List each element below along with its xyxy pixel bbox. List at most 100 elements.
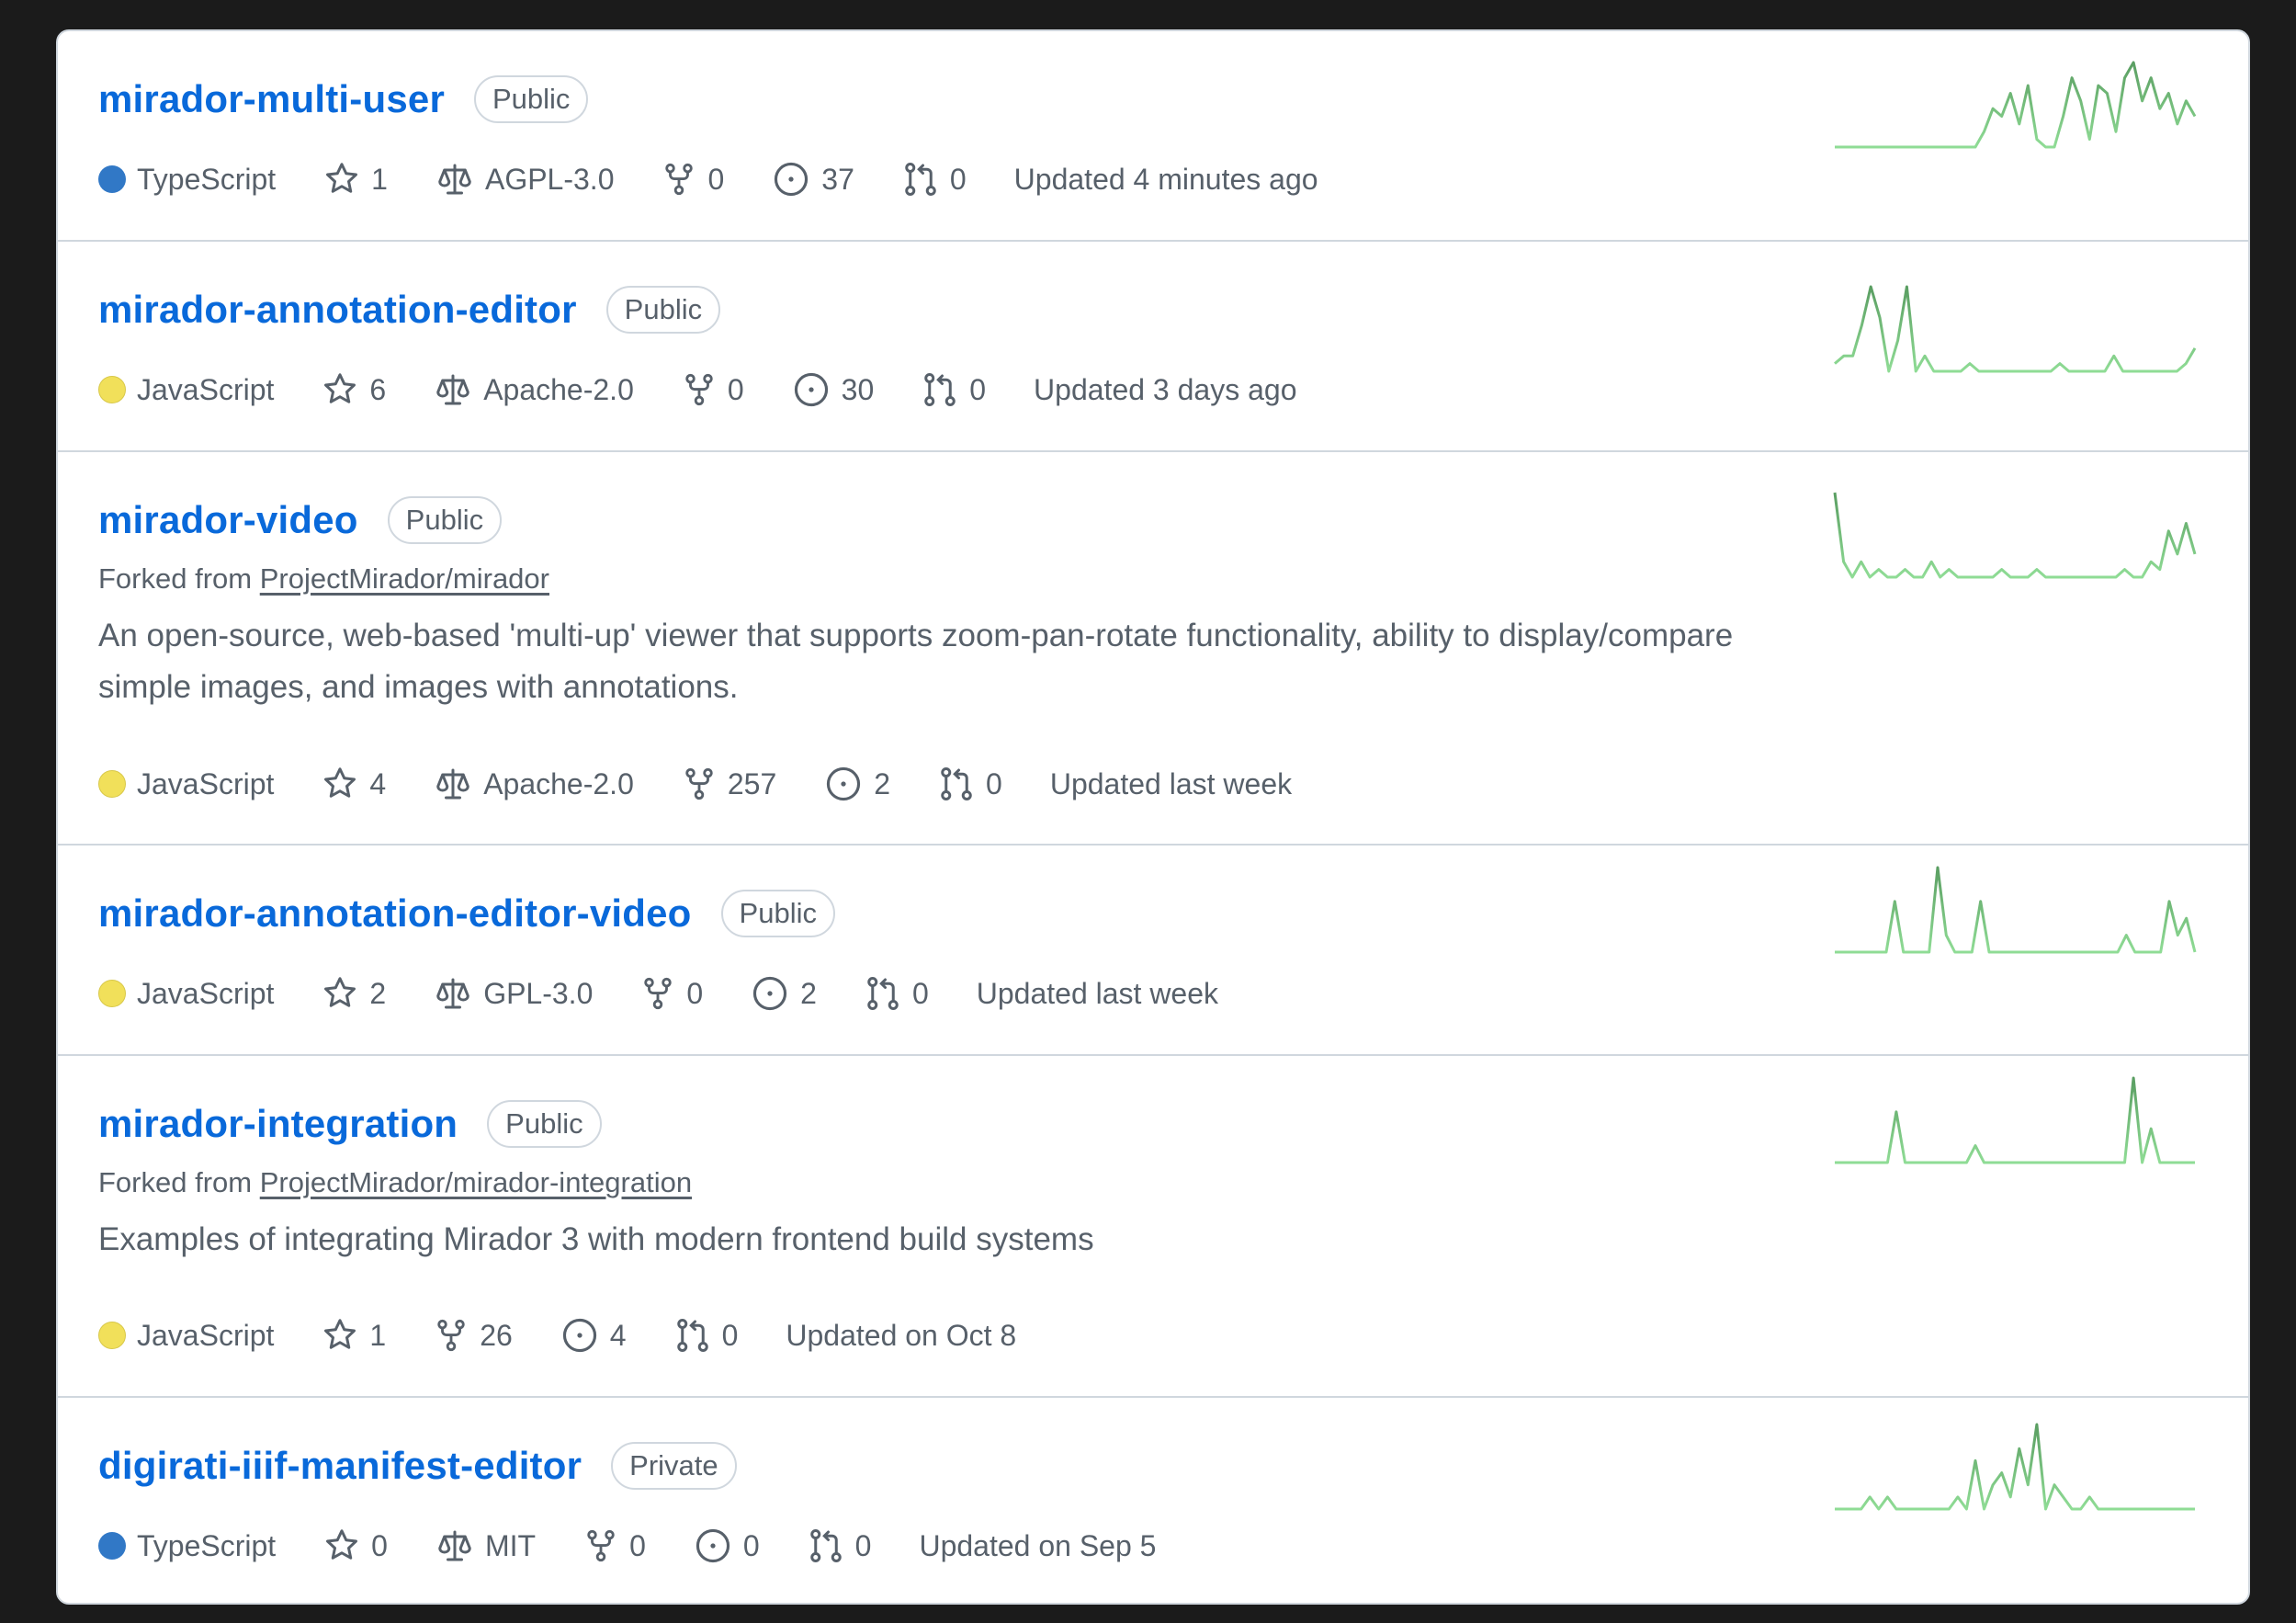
updated-time: Updated on Oct 8 [786,1318,1017,1352]
language-color-dot [98,1322,126,1349]
updated-time: Updated on Sep 5 [919,1528,1157,1562]
repo-description: An open-source, web-based 'multi-up' vie… [98,618,1734,705]
star-icon [324,373,356,403]
license: AGPL-3.0 [435,161,614,198]
forks-link[interactable]: 0 [640,975,703,1012]
language-color-dot [98,165,126,193]
sparkline-path [1835,61,2197,149]
updated-time: Updated 4 minutes ago [1013,162,1318,196]
issues-link[interactable]: 2 [751,974,817,1013]
law-icon [436,374,469,405]
star-icon [326,163,358,193]
issue-icon [562,1318,596,1353]
forked-from-link[interactable]: ProjectMirador/mirador [260,562,549,595]
forks-link[interactable]: 0 [583,1527,646,1564]
fork-icon [644,977,673,1010]
law-icon [436,768,469,800]
star-icon [324,977,356,1007]
language-color-dot [98,376,126,403]
sparkline-path [1833,492,2197,579]
license: GPL-3.0 [434,975,593,1012]
pull-requests-link[interactable]: 0 [902,161,967,198]
issues-link[interactable]: 4 [560,1316,627,1355]
star-icon [324,1319,356,1349]
pull-requests-link[interactable]: 0 [674,1317,738,1354]
stars-link[interactable]: 2 [322,975,386,1012]
language: JavaScript [98,767,274,801]
pull-request-icon [905,162,936,196]
issues-link[interactable]: 2 [824,765,890,803]
pull-request-icon [809,1528,842,1562]
pull-requests-link[interactable]: 0 [922,371,986,408]
stars-link[interactable]: 0 [323,1527,388,1564]
issue-icon [696,1528,730,1563]
sparkline-path [1834,285,2197,373]
repository-list: mirador-multi-user Public TypeScript 1 A… [56,29,2250,1605]
forks-link[interactable]: 0 [682,371,744,408]
forks-link[interactable]: 0 [662,161,724,198]
forked-from: Forked from ProjectMirador/mirador-integ… [98,1166,693,1198]
repo-name-link[interactable]: mirador-multi-user [98,77,445,121]
fork-icon [685,373,713,406]
fork-icon [587,1529,615,1562]
visibility-badge: Private [611,1442,737,1490]
license: Apache-2.0 [434,371,634,408]
forks-link[interactable]: 26 [434,1317,513,1354]
repo-item: mirador-annotation-editor-video Public J… [58,846,2248,1056]
issues-link[interactable]: 30 [792,370,874,409]
visibility-badge: Public [474,75,589,123]
repo-description: Examples of integrating Mirador 3 with m… [98,1221,1094,1257]
pull-request-icon [924,372,956,406]
license: MIT [435,1527,536,1564]
language-color-dot [98,770,126,798]
repo-item: mirador-video Public Forked from Project… [58,452,2248,846]
pull-requests-link[interactable]: 0 [865,975,929,1012]
repo-item: mirador-integration Public Forked from P… [58,1056,2248,1398]
visibility-badge: Public [720,890,835,937]
forked-from-link[interactable]: ProjectMirador/mirador-integration [260,1166,692,1198]
issue-icon [794,372,828,407]
fork-icon [685,767,713,800]
stars-link[interactable]: 1 [322,1317,386,1354]
pull-request-icon [941,766,972,800]
issues-link[interactable]: 0 [694,1527,760,1565]
activity-sparkline [1835,1423,2195,1511]
activity-sparkline [1833,492,2197,579]
law-icon [438,164,471,195]
stars-link[interactable]: 6 [322,371,386,408]
visibility-badge: Public [487,1100,602,1148]
repo-name-link[interactable]: digirati-iiif-manifest-editor [98,1444,582,1488]
issue-icon [775,162,809,197]
forks-link[interactable]: 257 [682,766,776,802]
issue-icon [753,976,787,1011]
activity-sparkline [1835,1076,2195,1164]
language-color-dot [98,980,126,1007]
pull-requests-link[interactable]: 0 [808,1527,871,1564]
repo-item: digirati-iiif-manifest-editor Private Ty… [58,1398,2248,1603]
law-icon [436,978,469,1009]
issue-icon [827,766,861,801]
language-color-dot [98,1532,126,1560]
stars-link[interactable]: 4 [322,766,386,802]
forked-from: Forked from ProjectMirador/mirador [98,562,549,595]
activity-sparkline [1835,61,2197,149]
activity-sparkline [1834,285,2197,373]
language: TypeScript [98,1529,276,1563]
repo-name-link[interactable]: mirador-annotation-editor [98,288,577,332]
pull-requests-link[interactable]: 0 [938,766,1002,802]
repo-name-link[interactable]: mirador-annotation-editor-video [98,891,692,936]
fork-icon [665,163,694,196]
repo-name-link[interactable]: mirador-video [98,498,358,542]
pull-request-icon [676,1318,708,1352]
stars-link[interactable]: 1 [323,161,388,198]
updated-time: Updated 3 days ago [1034,372,1297,406]
sparkline-path [1835,1423,2195,1511]
star-icon [324,767,356,798]
visibility-badge: Public [605,286,721,334]
law-icon [438,1530,471,1561]
language: JavaScript [98,977,274,1011]
language: JavaScript [98,373,274,407]
fork-icon [437,1319,465,1352]
repo-name-link[interactable]: mirador-integration [98,1102,458,1146]
issues-link[interactable]: 37 [772,160,854,199]
